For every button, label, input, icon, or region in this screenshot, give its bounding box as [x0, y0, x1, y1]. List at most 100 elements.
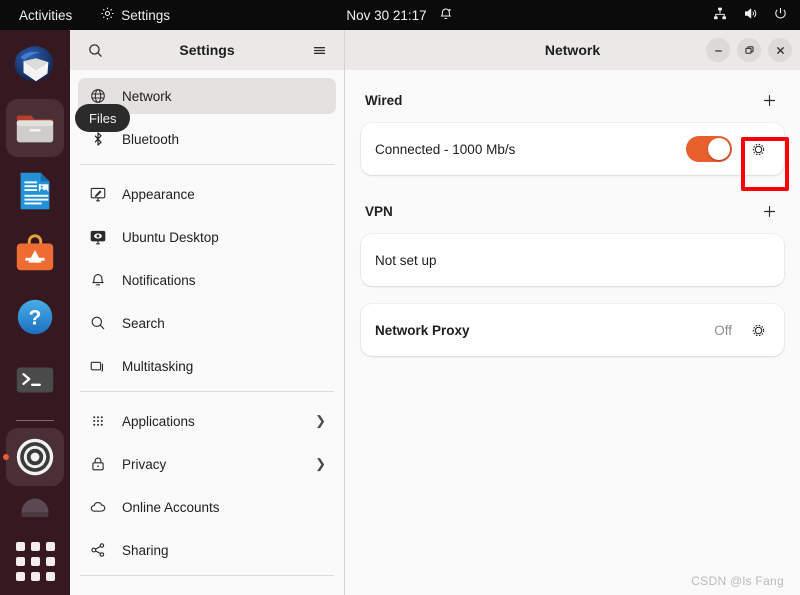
dock-item-trash[interactable] [6, 491, 64, 517]
vpn-status-label: Not set up [375, 252, 437, 268]
wired-connection-settings-gear[interactable] [746, 137, 770, 161]
wired-connection-toggle[interactable] [686, 136, 732, 162]
trash-icon [21, 498, 49, 517]
system-status-area[interactable] [712, 6, 788, 24]
sidebar-item-sharing[interactable]: Sharing [78, 532, 336, 568]
network-icon [88, 86, 108, 106]
grid-dot [15, 542, 25, 551]
sharing-icon [88, 540, 108, 560]
minimize-button[interactable] [706, 38, 730, 62]
screen: Activities Settings Nov 30 21:17 ? Setti… [0, 0, 800, 595]
section-title: VPN [365, 203, 393, 219]
sidebar-item-label: Appearance [122, 186, 195, 202]
search-icon [88, 313, 108, 333]
minimize-icon [714, 49, 722, 52]
chevron-right-icon: ❯ [315, 413, 326, 428]
toggle-knob [708, 138, 730, 160]
window-controls [706, 38, 792, 62]
close-icon [776, 46, 784, 54]
applications-icon [88, 411, 108, 431]
thunderbird-icon [14, 46, 54, 82]
dock-item-files[interactable] [6, 99, 64, 157]
sidebar-item-label: Search [122, 315, 165, 331]
running-indicator-dot [3, 454, 9, 460]
sidebar-item-label: Applications [122, 413, 195, 429]
dock-item-help[interactable]: ? [6, 288, 64, 346]
sidebar-item-applications[interactable]: Applications ❯ [78, 403, 336, 439]
sidebar-item-appearance[interactable]: Appearance [78, 176, 336, 212]
bell-icon[interactable] [439, 6, 454, 25]
activities-button[interactable]: Activities [10, 4, 81, 26]
sidebar-nav-list: Network Bluetooth Appearance Ubuntu Desk… [70, 70, 344, 595]
sidebar-item-label: Network [122, 88, 172, 104]
sidebar-divider [80, 391, 334, 392]
dock-item-ubuntu-software[interactable] [6, 225, 64, 283]
dock-item-libreoffice-writer[interactable] [6, 162, 64, 220]
network-proxy-settings-gear[interactable] [746, 318, 770, 342]
sidebar-item-label: Bluetooth [122, 131, 180, 147]
grid-dot [15, 557, 25, 566]
chevron-right-icon: ❯ [315, 456, 326, 471]
terminal-icon [16, 367, 54, 393]
network-proxy-status: Off [714, 322, 732, 338]
sidebar-item-search[interactable]: Search [78, 305, 336, 341]
grid-dot [45, 542, 55, 551]
notifications-icon [88, 270, 108, 290]
sidebar-item-label: Online Accounts [122, 499, 220, 515]
dock-tooltip: Files [75, 104, 131, 132]
watermark-text: CSDN @ls Fang [691, 574, 784, 588]
window-titlebar: Network [345, 30, 800, 70]
software-icon [16, 234, 54, 271]
sidebar-item-ubuntu-desktop[interactable]: Ubuntu Desktop [78, 219, 336, 255]
app-menu-button[interactable]: Settings [91, 4, 179, 26]
sidebar-item-multitasking[interactable]: Multitasking [78, 348, 336, 384]
clock-area[interactable]: Nov 30 21:17 [346, 6, 453, 25]
volume-icon [742, 6, 759, 24]
sidebar-divider [80, 575, 334, 576]
network-proxy-row[interactable]: Network Proxy Off [361, 304, 784, 356]
activities-label: Activities [19, 7, 73, 23]
dock-item-settings[interactable] [3, 428, 64, 486]
sidebar-item-label: Multitasking [122, 358, 194, 374]
sidebar-item-label: Ubuntu Desktop [122, 229, 219, 245]
sidebar-item-online-accounts[interactable]: Online Accounts [78, 489, 336, 525]
sidebar-divider [80, 164, 334, 165]
add-vpn-button[interactable] [758, 200, 780, 222]
online-accounts-icon [88, 497, 108, 517]
grid-dot [30, 572, 40, 581]
bluetooth-icon [88, 129, 108, 149]
sidebar-item-notifications[interactable]: Notifications [78, 262, 336, 298]
privacy-lock-icon [88, 454, 108, 474]
settings-content: Network Wired Connected - 1000 Mb/s VPN … [345, 30, 800, 595]
wired-connection-row[interactable]: Connected - 1000 Mb/s [361, 123, 784, 175]
dock: ? [0, 30, 70, 595]
close-button[interactable] [768, 38, 792, 62]
dock-item-thunderbird[interactable] [6, 36, 64, 94]
network-proxy-label: Network Proxy [375, 322, 470, 338]
search-icon [88, 43, 102, 57]
sidebar-item-privacy[interactable]: Privacy ❯ [78, 446, 336, 482]
files-icon [16, 115, 54, 143]
add-wired-connection-button[interactable] [758, 89, 780, 111]
vpn-row[interactable]: Not set up [361, 234, 784, 286]
settings-window: Settings Network Bluetooth Appearance Ub… [70, 30, 800, 595]
search-button[interactable] [82, 37, 108, 63]
wired-row-controls [686, 136, 770, 162]
plus-icon [763, 94, 775, 106]
sidebar-item-label: Notifications [122, 272, 196, 288]
grid-dot [30, 557, 40, 566]
dock-item-terminal[interactable] [6, 351, 64, 409]
clock-label: Nov 30 21:17 [346, 7, 427, 23]
dock-separator [16, 420, 54, 421]
show-applications-button[interactable] [15, 542, 55, 581]
maximize-button[interactable] [737, 38, 761, 62]
sidebar-title: Settings [179, 42, 235, 58]
wired-section-header: Wired [361, 86, 784, 114]
grid-dot [30, 542, 40, 551]
top-bar: Activities Settings Nov 30 21:17 [0, 0, 800, 30]
multitasking-icon [88, 356, 108, 376]
wired-status-label: Connected - 1000 Mb/s [375, 141, 516, 157]
network-proxy-controls: Off [714, 318, 770, 342]
primary-menu-button[interactable] [306, 37, 332, 63]
maximize-icon [744, 45, 754, 54]
